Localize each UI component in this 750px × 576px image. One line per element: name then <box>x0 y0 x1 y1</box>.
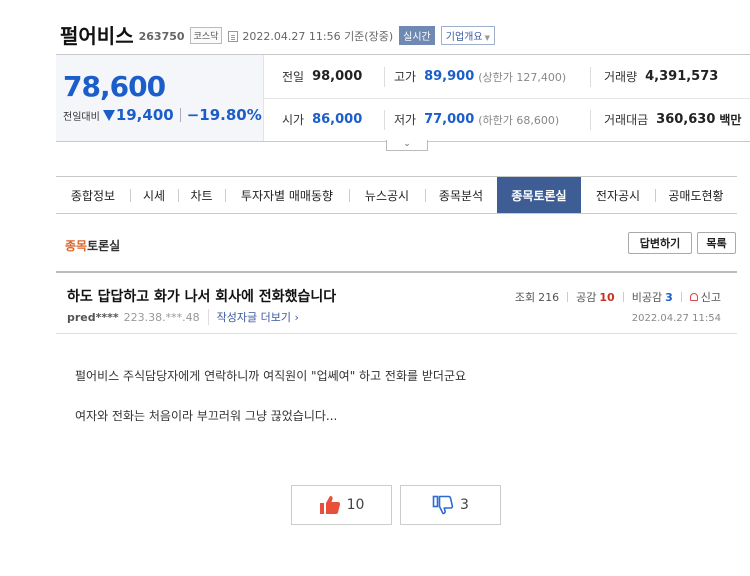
change-label: 전일대비 <box>63 111 100 123</box>
trade-amount-label: 거래대금 <box>604 113 649 127</box>
low-price: 저가 77,000 (하한가 68,600) <box>394 98 559 141</box>
tab-analysis[interactable]: 종목분석 <box>425 177 497 213</box>
open-value: 86,000 <box>312 112 363 127</box>
dislikes-count: 3 <box>665 290 673 304</box>
board-title-accent: 종목 <box>65 239 88 253</box>
high-value: 89,900 <box>424 69 475 84</box>
views-label: 조회 <box>514 291 536 304</box>
change-rate: −19.80% <box>186 106 262 124</box>
board-title-rest: 토론실 <box>87 239 121 253</box>
likes-label: 공감 <box>576 291 597 304</box>
volume-value: 4,391,573 <box>645 69 719 84</box>
reply-button[interactable]: 답변하기 <box>628 232 692 254</box>
post-author: pred**** 223.38.***.48 작성자글 더보기 › <box>67 309 299 325</box>
prev-close-label: 전일 <box>282 70 305 84</box>
report-button[interactable]: 신고 <box>701 289 721 305</box>
volume: 거래량 4,391,573 <box>604 55 718 98</box>
low-value: 77,000 <box>424 112 475 127</box>
document-icon <box>228 30 239 42</box>
author-posts-link[interactable]: 작성자글 더보기 › <box>207 309 299 325</box>
open-price: 시가 86,000 <box>282 98 362 141</box>
divider <box>567 292 569 302</box>
divider <box>179 108 181 122</box>
report-icon <box>689 293 698 301</box>
tab-news[interactable]: 뉴스공시 <box>349 177 425 213</box>
like-count: 10 <box>346 497 365 513</box>
divider <box>680 292 682 302</box>
divider <box>384 67 385 87</box>
prev-close: 전일 98,000 <box>282 55 362 98</box>
dislike-count: 3 <box>460 497 469 513</box>
price-summary: 78,600 전일대비 19,400 −19.80% 전일 98,000 고가 … <box>56 54 750 142</box>
low-label: 저가 <box>394 113 417 127</box>
company-overview-dropdown[interactable]: 기업개요 ▼ <box>440 26 495 45</box>
trade-amount-value: 360,630 <box>656 112 716 127</box>
author-nickname[interactable]: pred**** <box>67 311 119 324</box>
post-time: 2022.04.27 11:54 <box>631 313 721 324</box>
dislike-button[interactable]: 3 <box>400 485 501 525</box>
upper-limit: (상한가 127,400) <box>478 70 567 84</box>
divider <box>384 110 385 130</box>
high-label: 고가 <box>394 70 417 84</box>
down-triangle-icon <box>102 109 115 121</box>
post-stats: 조회 216 공감 10 비공감 3 신고 <box>515 289 721 305</box>
post-body-line: 여자와 전화는 처음이라 부끄러워 그냥 끊었습니다... <box>75 409 338 423</box>
post-title: 하도 답답하고 화가 나서 회사에 전화했습니다 <box>67 289 337 305</box>
high-price: 고가 89,900 (상한가 127,400) <box>394 55 566 98</box>
post-body-line: 펄어비스 주식담당자에게 연락하니까 여직원이 "업쎄여" 하고 전화를 받더군… <box>75 369 467 383</box>
post-header: 하도 답답하고 화가 나서 회사에 전화했습니다 pred**** 223.38… <box>56 271 737 334</box>
current-price: 78,600 <box>63 70 166 103</box>
tab-disclosure[interactable]: 전자공시 <box>581 177 655 213</box>
stock-name[interactable]: 펄어비스 <box>60 20 134 49</box>
stock-tabs: 종합정보 시세 차트 투자자별 매매동향 뉴스공시 종목분석 종목토론실 전자공… <box>56 176 737 214</box>
tab-chart[interactable]: 차트 <box>178 177 225 213</box>
realtime-button[interactable]: 실시간 <box>399 26 435 45</box>
tab-discussion[interactable]: 종목토론실 <box>497 177 581 213</box>
volume-label: 거래량 <box>604 70 638 84</box>
chevron-down-icon: ⌄ <box>403 139 411 149</box>
dislikes-label: 비공감 <box>631 291 663 304</box>
thumbs-down-icon <box>432 495 454 515</box>
trade-amount-unit: 백만 <box>719 113 742 127</box>
change-value: 19,400 <box>115 106 174 124</box>
thumbs-up-icon <box>319 496 340 514</box>
quote-datetime: 2022.04.27 11:56 기준(장중) <box>242 30 394 43</box>
like-button[interactable]: 10 <box>291 485 392 525</box>
chevron-down-icon: ▼ <box>484 34 490 42</box>
views-count: 216 <box>538 290 560 304</box>
tab-short-selling[interactable]: 공매도현황 <box>655 177 737 213</box>
company-overview-label: 기업개요 <box>445 32 483 43</box>
stock-code: 263750 <box>138 29 185 43</box>
divider <box>590 110 591 130</box>
current-price-panel: 78,600 전일대비 19,400 −19.80% <box>56 55 264 141</box>
quote-grid: 전일 98,000 고가 89,900 (상한가 127,400) 거래량 4,… <box>264 55 750 141</box>
lower-limit: (하한가 68,600) <box>478 113 560 127</box>
list-button[interactable]: 목록 <box>697 232 736 254</box>
board-title: 종목토론실 <box>65 237 120 254</box>
author-ip: 223.38.***.48 <box>123 310 200 324</box>
tab-overview[interactable]: 종합정보 <box>56 177 130 213</box>
price-change: 전일대비 19,400 −19.80% <box>63 106 262 124</box>
divider <box>590 67 591 87</box>
market-badge: 코스닥 <box>189 27 223 44</box>
likes-count: 10 <box>599 290 615 304</box>
prev-close-value: 98,000 <box>312 69 363 84</box>
expand-toggle-button[interactable]: ⌄ <box>386 140 428 151</box>
tab-investor-trends[interactable]: 투자자별 매매동향 <box>225 177 349 213</box>
divider <box>622 292 624 302</box>
post-body: 펄어비스 주식담당자에게 연락하니까 여직원이 "업쎄여" 하고 전화를 받더군… <box>75 356 466 436</box>
trade-amount: 거래대금 360,630 백만 <box>604 98 741 141</box>
stock-header: 펄어비스 263750 코스닥 2022.04.27 11:56 기준(장중) … <box>60 20 495 48</box>
tab-price[interactable]: 시세 <box>130 177 178 213</box>
open-label: 시가 <box>282 113 305 127</box>
